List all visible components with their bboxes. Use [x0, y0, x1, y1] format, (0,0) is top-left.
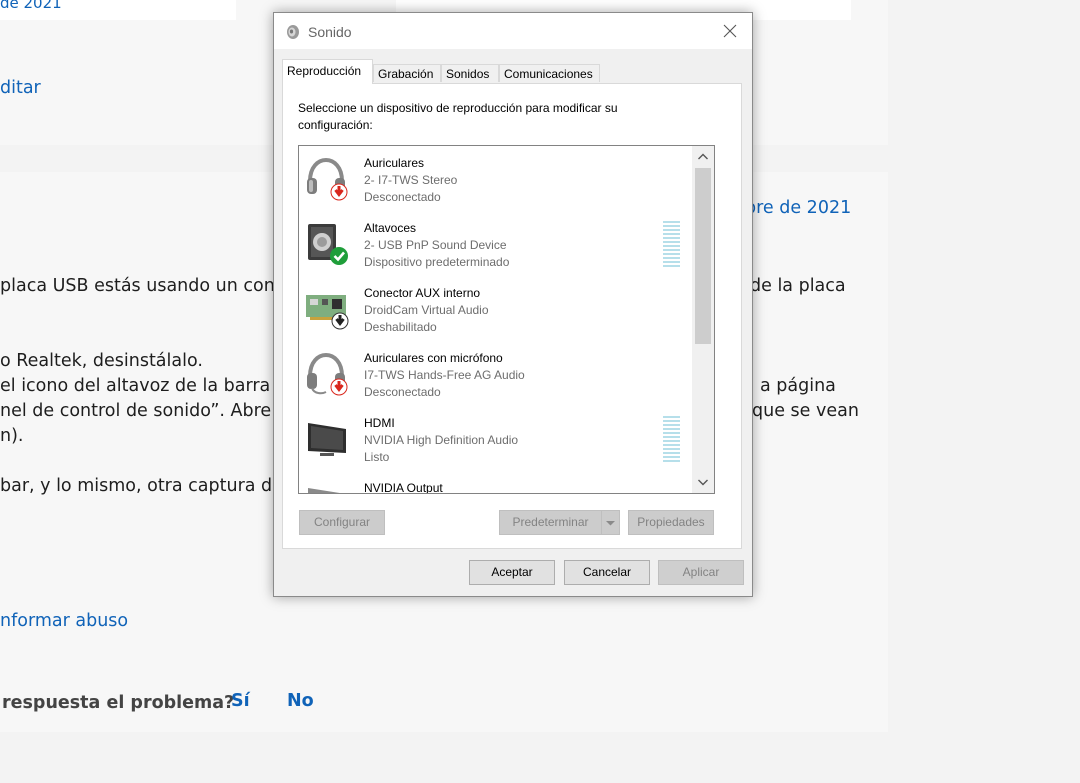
device-list[interactable]: Auriculares 2- I7-TWS Stereo Desconectad…: [298, 145, 715, 494]
scroll-up-button[interactable]: [692, 146, 714, 168]
post-date: de 2021: [0, 0, 62, 12]
chevron-up-icon: [698, 153, 708, 160]
ok-button[interactable]: Aceptar: [469, 560, 555, 585]
reply-text-line: de la placa: [750, 276, 846, 296]
device-status: Dispositivo predeterminado: [364, 255, 510, 269]
reply-date: bre de 2021: [745, 198, 852, 218]
volume-meter: [663, 221, 680, 269]
device-name: Altavoces: [364, 221, 417, 235]
tab-grabacion[interactable]: Grabación: [373, 64, 441, 82]
device-item[interactable]: Conector AUX interno DroidCam Virtual Au…: [299, 276, 691, 341]
chevron-down-icon: [698, 479, 708, 486]
helpful-question: respuesta el problema?: [2, 693, 235, 713]
device-name: Conector AUX interno: [364, 286, 481, 300]
device-name: HDMI: [364, 416, 395, 430]
reply-text-line: n).: [0, 426, 24, 446]
volume-meter: [663, 416, 680, 464]
close-button[interactable]: [708, 13, 752, 49]
speaker-icon: [304, 220, 350, 266]
set-default-dropdown[interactable]: [601, 510, 620, 535]
configure-button[interactable]: Configurar: [299, 510, 385, 535]
vote-yes-button[interactable]: Sí: [231, 691, 250, 711]
scroll-down-button[interactable]: [692, 471, 714, 493]
device-name: NVIDIA Output: [364, 481, 443, 494]
playback-tab-panel: Seleccione un dispositivo de reproducció…: [282, 83, 742, 549]
device-item[interactable]: HDMI NVIDIA High Definition Audio Listo: [299, 406, 691, 471]
device-description: 2- I7-TWS Stereo: [364, 173, 458, 187]
device-status: Desconectado: [364, 385, 441, 399]
device-item[interactable]: NVIDIA Output: [299, 471, 691, 494]
scroll-thumb[interactable]: [695, 168, 711, 344]
reply-text-line: nel de control de sonido”. Abre la: [0, 401, 293, 421]
title-bar[interactable]: Sonido: [274, 13, 752, 49]
device-description: NVIDIA High Definition Audio: [364, 433, 519, 447]
headphones-icon: [304, 155, 350, 201]
tab-comunicaciones[interactable]: Comunicaciones: [499, 64, 600, 82]
reply-text-line: el icono del altavoz de la barra d: [0, 376, 287, 396]
properties-button[interactable]: Propiedades: [628, 510, 714, 535]
reply-text-line: que se vean: [752, 401, 859, 421]
tab-reproduccion[interactable]: Reproducción: [282, 59, 373, 84]
device-status: Listo: [364, 450, 390, 464]
device-name: Auriculares: [364, 156, 425, 170]
device-status: Deshabilitado: [364, 320, 437, 334]
reply-text-line: a página: [760, 376, 836, 396]
edit-link[interactable]: ditar: [0, 78, 41, 98]
tab-sonidos[interactable]: Sonidos: [441, 64, 499, 82]
monitor-icon: [304, 480, 350, 493]
device-status: Desconectado: [364, 190, 441, 204]
reply-text-line: o Realtek, desinstálalo.: [0, 351, 203, 371]
instruction-text: Seleccione un dispositivo de reproducció…: [298, 101, 618, 132]
reply-text-line: bar, y lo mismo, otra captura don: [0, 476, 294, 496]
device-list-scrollbar[interactable]: [692, 146, 714, 493]
device-name: Auriculares con micrófono: [364, 351, 503, 365]
sound-dialog: Sonido Reproducción Grabación Sonidos Co…: [273, 12, 753, 597]
monitor-icon: [304, 415, 350, 461]
chevron-down-icon: [606, 521, 615, 526]
cancel-button[interactable]: Cancelar: [564, 560, 650, 585]
device-item[interactable]: Auriculares con micrófono I7-TWS Hands-F…: [299, 341, 691, 406]
set-default-button[interactable]: Predeterminar: [499, 510, 602, 535]
device-description: 2- USB PnP Sound Device: [364, 238, 507, 252]
dialog-title: Sonido: [308, 24, 352, 40]
close-icon: [723, 24, 737, 38]
speaker-app-icon: [285, 24, 301, 40]
device-description: DroidCam Virtual Audio: [364, 303, 489, 317]
device-description: I7-TWS Hands-Free AG Audio: [364, 368, 525, 382]
headset-icon: [304, 350, 350, 396]
device-item[interactable]: Altavoces 2- USB PnP Sound Device Dispos…: [299, 211, 691, 276]
vote-no-button[interactable]: No: [287, 691, 314, 711]
reply-text-line: placa USB estás usando un control: [0, 276, 305, 296]
apply-button[interactable]: Aplicar: [658, 560, 744, 585]
device-item[interactable]: Auriculares 2- I7-TWS Stereo Desconectad…: [299, 146, 691, 211]
sound-card-icon: [304, 285, 350, 331]
report-abuse-link[interactable]: nformar abuso: [0, 611, 128, 631]
